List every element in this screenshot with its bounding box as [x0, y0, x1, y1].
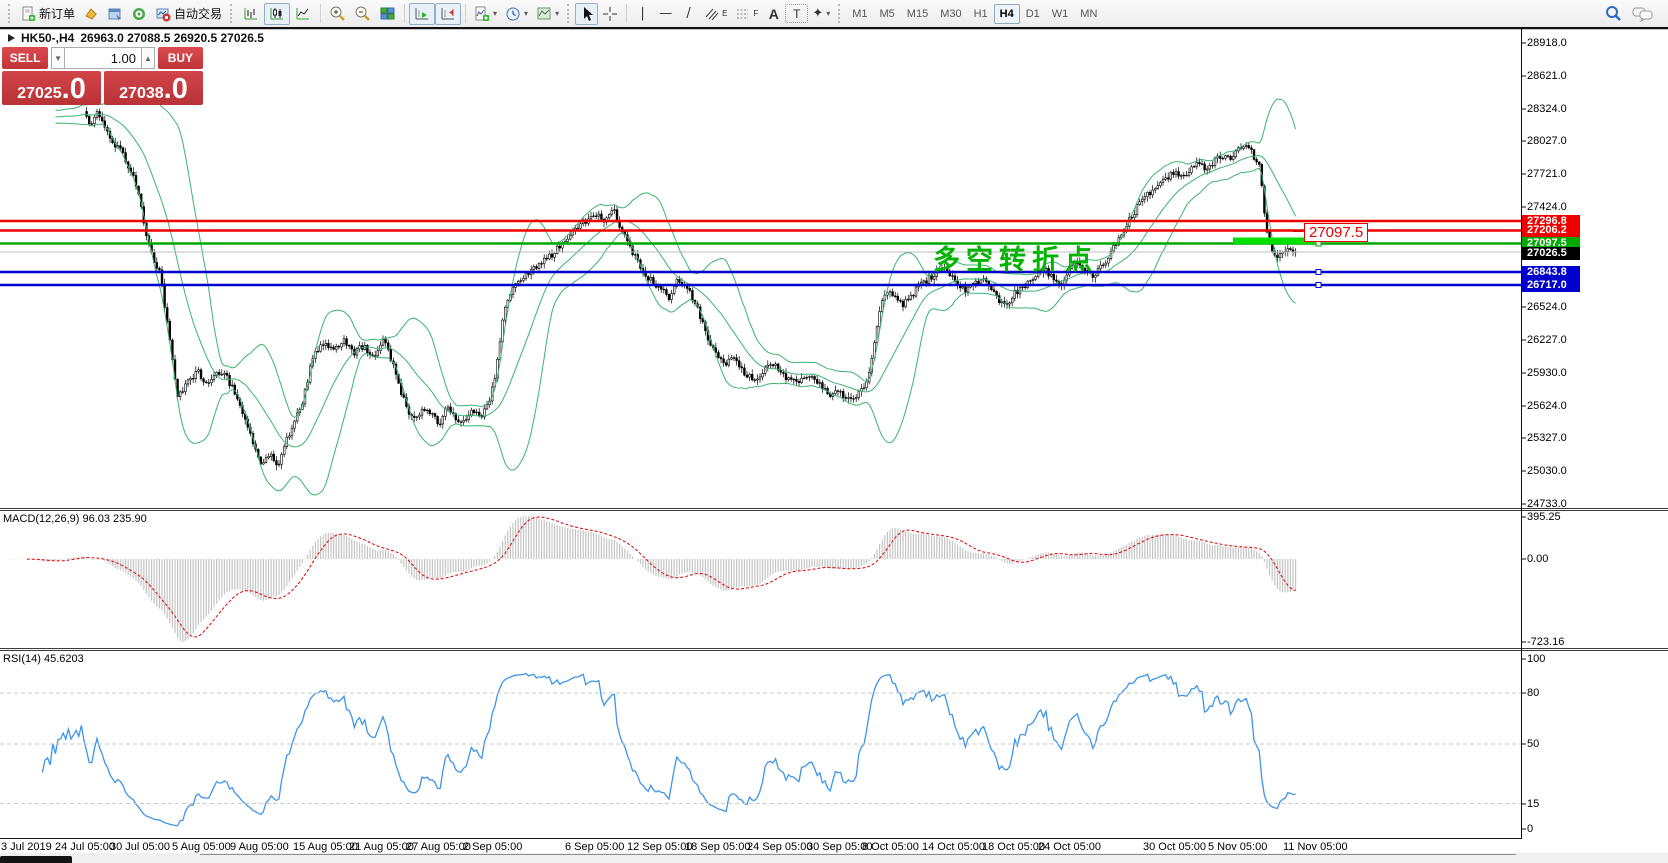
mt4-window: 新订单 自动交易 ▾ ▾ ▾ | — / E F A T ✦▾ [0, 0, 1668, 863]
timeframe-h4[interactable]: H4 [994, 4, 1020, 24]
price-level-flag: 27097.5 [1304, 223, 1368, 242]
price-level-flag-dash [1293, 230, 1303, 232]
toolbar-separator [465, 4, 466, 23]
horizontal-line-tool-icon[interactable]: — [654, 3, 677, 25]
sell-button[interactable]: SELL [2, 47, 48, 69]
autotrading-button[interactable]: 自动交易 [151, 3, 226, 25]
toolbar-separator [404, 4, 405, 23]
sell-price-main: 27025 [17, 79, 62, 109]
chart-canvas[interactable] [0, 0, 1668, 863]
bar-chart-type-icon[interactable] [238, 3, 264, 25]
zoom-in-icon[interactable] [325, 3, 350, 25]
sell-price-frac: .0 [62, 73, 86, 105]
buy-price-frac: .0 [164, 73, 188, 105]
chart-shift-icon[interactable] [435, 3, 461, 25]
macd-indicator-label: MACD(12,26,9) 96.03 235.90 [3, 513, 147, 525]
timeframe-d1[interactable]: D1 [1020, 4, 1046, 24]
timeframe-m1[interactable]: M1 [846, 4, 873, 24]
text-label-tool-icon[interactable]: T [785, 4, 808, 23]
data-feed-icon[interactable] [127, 3, 151, 25]
symbol-period-label: HK50-,H4 [21, 31, 74, 45]
one-click-trading-panel: SELL ▼ ▲ BUY 27025 .0 27038 .0 [2, 47, 203, 105]
buy-button[interactable]: BUY [158, 47, 203, 69]
indicators-menu-button[interactable]: ▾ [470, 3, 501, 25]
fibonacci-tool-icon[interactable]: F [731, 3, 762, 25]
templates-menu-button[interactable]: ▾ [532, 3, 563, 25]
equidistant-channel-tool-icon[interactable]: E [700, 3, 731, 25]
toolbar-separator [320, 4, 321, 23]
dropdown-arrow-icon: ▾ [493, 9, 497, 18]
dropdown-arrow-icon: ▾ [826, 9, 830, 18]
timeframe-m5[interactable]: M5 [874, 4, 901, 24]
crosshair-tool-icon[interactable] [598, 3, 622, 25]
autotrading-label: 自动交易 [174, 5, 222, 22]
vertical-line-tool-icon[interactable]: | [631, 3, 654, 25]
profiles-icon[interactable] [79, 3, 103, 25]
arrows-glyph: ✦ [812, 6, 823, 21]
timeframe-w1[interactable]: W1 [1046, 4, 1075, 24]
candlestick-chart-type-icon[interactable] [264, 3, 290, 25]
toolbar-grip[interactable] [8, 4, 12, 23]
channel-letter: E [722, 9, 727, 18]
symbol-arrow-icon [8, 34, 15, 42]
toolbar-grip[interactable] [230, 4, 234, 23]
cursor-tool-icon[interactable] [575, 3, 598, 25]
volume-input[interactable] [65, 47, 141, 69]
trendline-tool-icon[interactable]: / [677, 3, 700, 25]
buy-price-display[interactable]: 27038 .0 [104, 71, 203, 105]
toolbar-grip[interactable] [838, 4, 842, 23]
periods-menu-button[interactable]: ▾ [501, 3, 532, 25]
dropdown-arrow-icon: ▾ [524, 9, 528, 18]
timeframe-m30[interactable]: M30 [934, 4, 967, 24]
toolbar-grip[interactable] [567, 4, 571, 23]
timeframe-h1[interactable]: H1 [968, 4, 994, 24]
timeframe-mn[interactable]: MN [1074, 4, 1103, 24]
fibonacci-letter: F [753, 9, 758, 18]
text-tool-icon[interactable]: A [762, 3, 785, 25]
volume-decrease-button[interactable]: ▼ [51, 47, 65, 69]
new-order-button[interactable]: 新订单 [16, 3, 79, 25]
timeframe-m15[interactable]: M15 [901, 4, 934, 24]
chart-annotation-text: 多空转折点 [933, 238, 1098, 277]
bottom-strip [0, 853, 1668, 863]
chat-icon[interactable] [1632, 5, 1654, 23]
line-chart-type-icon[interactable] [290, 3, 316, 25]
volume-increase-button[interactable]: ▲ [141, 47, 155, 69]
market-watch-icon[interactable] [103, 3, 127, 25]
zoom-out-icon[interactable] [350, 3, 375, 25]
toolbar-separator [626, 4, 627, 23]
dropdown-arrow-icon: ▾ [555, 9, 559, 18]
bottom-window-edge [200, 854, 1516, 855]
toolbar: 新订单 自动交易 ▾ ▾ ▾ | — / E F A T ✦▾ [0, 0, 1668, 27]
rsi-indicator-label: RSI(14) 45.6203 [3, 653, 84, 665]
auto-scroll-icon[interactable] [409, 3, 435, 25]
arrows-tool-icon[interactable]: ✦▾ [808, 3, 834, 25]
tile-windows-icon[interactable] [375, 3, 400, 25]
search-icon[interactable] [1604, 5, 1622, 23]
sell-price-display[interactable]: 27025 .0 [2, 71, 101, 105]
new-order-label: 新订单 [39, 5, 75, 22]
ohlc-values: 26963.0 27088.5 26920.5 27026.5 [80, 31, 264, 45]
buy-price-main: 27038 [119, 79, 164, 109]
chart-title: HK50-,H4 26963.0 27088.5 26920.5 27026.5 [8, 31, 264, 45]
terminal-window-handle[interactable] [0, 856, 72, 863]
